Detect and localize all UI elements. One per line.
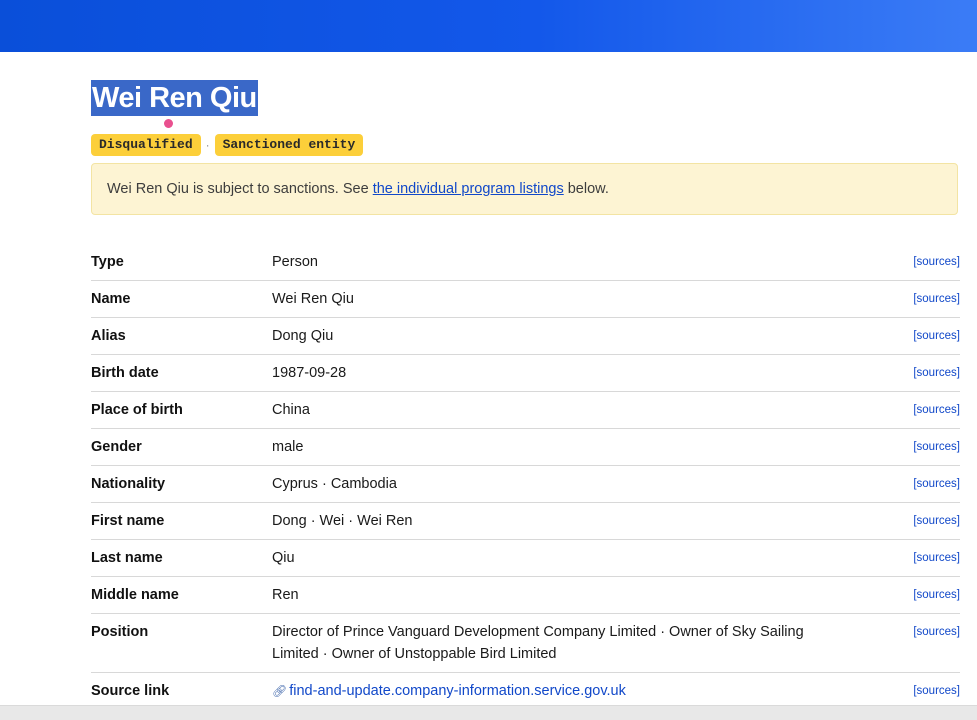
property-value: Wei Ren Qiu: [272, 291, 354, 307]
sources-link[interactable]: [sources]: [913, 330, 960, 342]
sources-link[interactable]: [sources]: [913, 293, 960, 305]
sources-link[interactable]: [sources]: [913, 685, 960, 697]
badge-sanctioned-entity: Sanctioned entity: [214, 134, 364, 156]
badge-disqualified: Disqualified: [91, 134, 201, 156]
sources-link[interactable]: [sources]: [913, 256, 960, 268]
property-value: Dong · Wei · Wei Ren: [272, 513, 413, 529]
program-listings-link[interactable]: the individual program listings: [373, 181, 564, 197]
property-value: 🔗︎ find-and-update.company-information.se…: [272, 673, 895, 710]
sources-link[interactable]: [sources]: [913, 367, 960, 379]
horizontal-scrollbar[interactable]: [0, 705, 977, 720]
table-row: Place of birth China [sources]: [91, 392, 960, 429]
table-row: Gender male [sources]: [91, 429, 960, 466]
sources-link[interactable]: [sources]: [913, 589, 960, 601]
property-value: 1987-09-28: [272, 365, 347, 381]
property-value: Director of Prince Vanguard Development …: [272, 624, 804, 662]
entity-title: Wei Ren Qiu: [91, 80, 258, 116]
table-row: Birth date 1987-09-28 [sources]: [91, 355, 960, 392]
notice-text-after: below.: [563, 181, 609, 197]
property-value: male: [272, 439, 304, 455]
cursor-indicator: [164, 119, 173, 128]
table-row: Last name Qiu [sources]: [91, 540, 960, 577]
property-key: Alias: [91, 328, 126, 344]
property-key: Nationality: [91, 476, 166, 492]
property-value: Qiu: [272, 550, 295, 566]
table-row: Name Wei Ren Qiu [sources]: [91, 281, 960, 318]
table-row: Alias Dong Qiu [sources]: [91, 318, 960, 355]
property-key: Gender: [91, 439, 142, 455]
property-key: First name: [91, 513, 165, 529]
properties-table: Type Person [sources] Name Wei Ren Qiu […: [91, 244, 960, 709]
sanctions-notice: Wei Ren Qiu is subject to sanctions. See…: [91, 163, 958, 215]
property-key: Middle name: [91, 587, 179, 603]
property-key: Source link: [91, 683, 170, 699]
sources-link[interactable]: [sources]: [913, 552, 960, 564]
entity-page: Wei Ren Qiu Disqualified · Sanctioned en…: [91, 80, 960, 699]
property-key: Place of birth: [91, 402, 183, 418]
title-wrap: Wei Ren Qiu: [91, 80, 960, 116]
property-value: Cyprus · Cambodia: [272, 476, 397, 492]
property-key: Name: [91, 291, 131, 307]
table-row: Type Person [sources]: [91, 244, 960, 281]
sources-link[interactable]: [sources]: [913, 404, 960, 416]
sources-link[interactable]: [sources]: [913, 626, 960, 638]
badge-separator: ·: [205, 138, 210, 152]
property-key: Birth date: [91, 365, 159, 381]
table-row: Middle name Ren [sources]: [91, 577, 960, 614]
property-key: Position: [91, 624, 149, 640]
sources-link[interactable]: [sources]: [913, 478, 960, 490]
property-value: China: [272, 402, 310, 418]
table-row: First name Dong · Wei · Wei Ren [sources…: [91, 503, 960, 540]
property-value: Dong Qiu: [272, 328, 334, 344]
notice-text-before: Wei Ren Qiu is subject to sanctions. See: [107, 181, 373, 197]
source-url-link[interactable]: find-and-update.company-information.serv…: [289, 683, 626, 699]
link-icon: 🔗︎: [272, 684, 288, 698]
property-value: Ren: [272, 587, 299, 603]
sources-link[interactable]: [sources]: [913, 441, 960, 453]
top-header-bar: [0, 0, 977, 52]
sources-link[interactable]: [sources]: [913, 515, 960, 527]
status-badges: Disqualified · Sanctioned entity: [91, 134, 364, 156]
table-row: Source link 🔗︎ find-and-update.company-in…: [91, 673, 960, 710]
property-key: Type: [91, 254, 124, 270]
property-key: Last name: [91, 550, 163, 566]
property-value: Person: [272, 254, 318, 270]
table-row: Nationality Cyprus · Cambodia [sources]: [91, 466, 960, 503]
table-row: Position Director of Prince Vanguard Dev…: [91, 614, 960, 673]
